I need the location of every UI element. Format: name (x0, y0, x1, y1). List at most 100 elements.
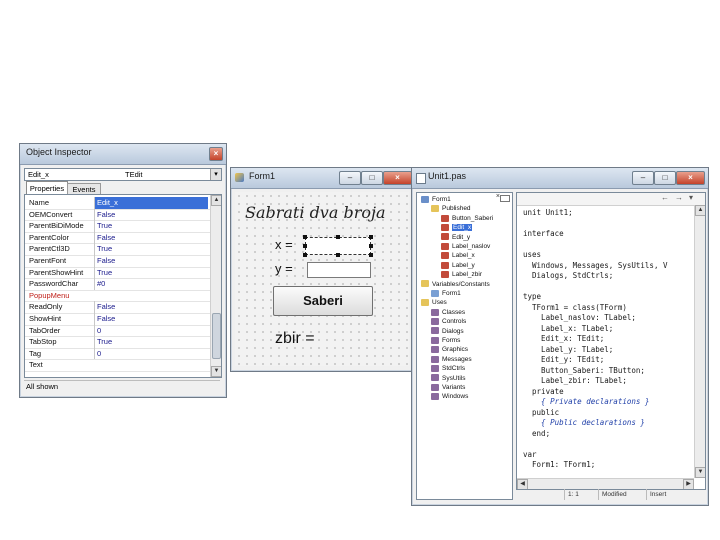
close-icon[interactable]: × (676, 171, 705, 185)
component-icon (441, 261, 449, 269)
maximize-icon[interactable]: □ (654, 171, 676, 185)
selection-handle[interactable] (369, 253, 373, 257)
component-icon (431, 346, 439, 354)
code-editor-pane[interactable]: ← → ▾ unit Unit1; interface uses Windows, … (516, 192, 706, 490)
code-line: { Public declarations } (523, 418, 645, 427)
property-name: ParentCtl3D (29, 244, 70, 254)
form1-titlebar[interactable]: Form1 – □ × (231, 168, 415, 189)
component-icon (431, 364, 439, 372)
property-name: PopupMenu (29, 290, 70, 300)
maximize-icon[interactable]: □ (361, 171, 383, 185)
property-name: OEMConvert (29, 209, 73, 219)
component-selector-name: Edit_x (28, 170, 49, 179)
cursor-position: 1: 1 (564, 489, 579, 500)
label-x: x = (275, 237, 293, 252)
form1-design-surface[interactable]: Sabrati dva broja x = y = Saberi zbir = (235, 192, 409, 366)
property-name: ReadOnly (29, 302, 63, 312)
unit-file-icon (416, 173, 426, 184)
property-value[interactable]: True (94, 336, 208, 348)
close-icon[interactable]: × (209, 147, 223, 161)
code-line: type (523, 292, 542, 301)
property-value[interactable]: False (94, 313, 208, 325)
code-line: Label_zbir: TLabel; (523, 376, 627, 385)
form1-window: Form1 – □ × Sabrati dva broja x = y = Sa… (230, 167, 416, 372)
tree-item-label: Controls (442, 318, 467, 326)
property-name: Text (29, 360, 43, 370)
selection-handle[interactable] (303, 235, 307, 239)
property-name: ShowHint (29, 314, 62, 323)
minimize-icon[interactable]: – (339, 171, 361, 185)
tree-item-label: StdCtrls (442, 365, 466, 373)
component-icon (431, 289, 439, 297)
selection-handle[interactable] (369, 244, 373, 248)
property-row[interactable]: Text (25, 359, 210, 372)
component-icon (441, 242, 449, 250)
scroll-up-icon[interactable]: ▲ (695, 205, 705, 216)
property-value[interactable]: False (94, 208, 208, 221)
component-icon (441, 223, 449, 231)
chevron-down-icon[interactable]: ▾ (210, 169, 221, 180)
property-value[interactable]: #0 (94, 278, 208, 290)
code-line: Label_y: TLabel; (523, 344, 614, 354)
selection-handle[interactable] (303, 253, 307, 257)
property-value[interactable]: True (94, 220, 208, 232)
property-value[interactable]: 0 (94, 347, 208, 360)
selection-handle[interactable] (336, 253, 340, 257)
nav-forward-icon[interactable]: → (675, 193, 683, 202)
property-value[interactable]: False (94, 231, 208, 244)
tree-item-label: Uses (432, 299, 447, 307)
component-icon (441, 252, 449, 260)
scroll-down-icon[interactable]: ▼ (695, 467, 705, 478)
selection-handle[interactable] (336, 235, 340, 239)
source-code[interactable]: unit Unit1; interface uses Windows, Messag… (517, 205, 694, 478)
property-name: TabOrder (29, 325, 61, 335)
property-value[interactable]: False (94, 255, 208, 267)
label-y: y = (275, 261, 293, 276)
property-value[interactable]: 0 (94, 324, 208, 337)
edit-x-field[interactable] (303, 235, 373, 257)
scroll-thumb[interactable] (212, 313, 221, 359)
property-value[interactable]: True (94, 243, 208, 255)
insert-mode: Insert (646, 489, 666, 500)
edit-y-field[interactable] (307, 262, 371, 278)
code-line: Edit_y: TEdit; (523, 355, 605, 364)
property-grid-scrollbar[interactable]: ▲ ▼ (210, 195, 221, 377)
object-inspector-titlebar[interactable]: Object Inspector × (20, 144, 226, 165)
component-selector[interactable]: Edit_x TEdit ▾ (24, 168, 222, 181)
tree-item-label: Edit_x (452, 224, 473, 232)
tab-properties[interactable]: Properties (26, 181, 68, 195)
selection-handle[interactable] (303, 244, 307, 248)
close-icon[interactable]: × (383, 171, 412, 185)
tree-item-label: Published (442, 205, 471, 213)
property-value[interactable]: Edit_x (94, 197, 208, 209)
code-editor-title: Unit1.pas (428, 171, 467, 181)
selection-handle[interactable] (369, 235, 373, 239)
code-explorer-tree: Form1 Published Button_Saberi Edit_x Edit_y L… (419, 195, 510, 499)
code-line: public (523, 407, 560, 417)
tree-item[interactable]: Windows (431, 392, 468, 402)
nav-back-icon[interactable]: ← (661, 193, 669, 202)
property-value[interactable]: False (94, 301, 208, 313)
editor-horizontal-scrollbar[interactable]: ◀ ▶ (517, 478, 694, 489)
code-line: Windows, Messages, SysUtils, V (523, 260, 668, 270)
tree-item-label: Label_x (452, 252, 475, 260)
scroll-down-icon[interactable]: ▼ (211, 366, 221, 377)
editor-vertical-scrollbar[interactable]: ▲ ▼ (694, 205, 705, 478)
modified-status: Modified (598, 489, 627, 500)
code-editor-titlebar[interactable]: Unit1.pas – □ × (412, 168, 708, 189)
saberi-button[interactable]: Saberi (273, 286, 373, 316)
component-icon (431, 336, 439, 344)
editor-status-bar: 1: 1 Modified Insert (516, 489, 704, 500)
property-name: ParentFont (29, 256, 67, 265)
scroll-up-icon[interactable]: ▲ (211, 195, 221, 206)
tree-item-label: Edit_y (452, 233, 471, 241)
tree-item-label: SysUtils (442, 374, 466, 382)
tree-item-label: Variants (442, 384, 466, 391)
tree-item-label: Form1 (442, 290, 461, 297)
property-value[interactable]: True (94, 266, 208, 279)
minimize-icon[interactable]: – (632, 171, 654, 185)
component-icon (431, 327, 439, 335)
nav-dropdown-icon[interactable]: ▾ (689, 193, 693, 202)
label-zbir: zbir = (275, 330, 315, 347)
component-icon (431, 383, 439, 391)
